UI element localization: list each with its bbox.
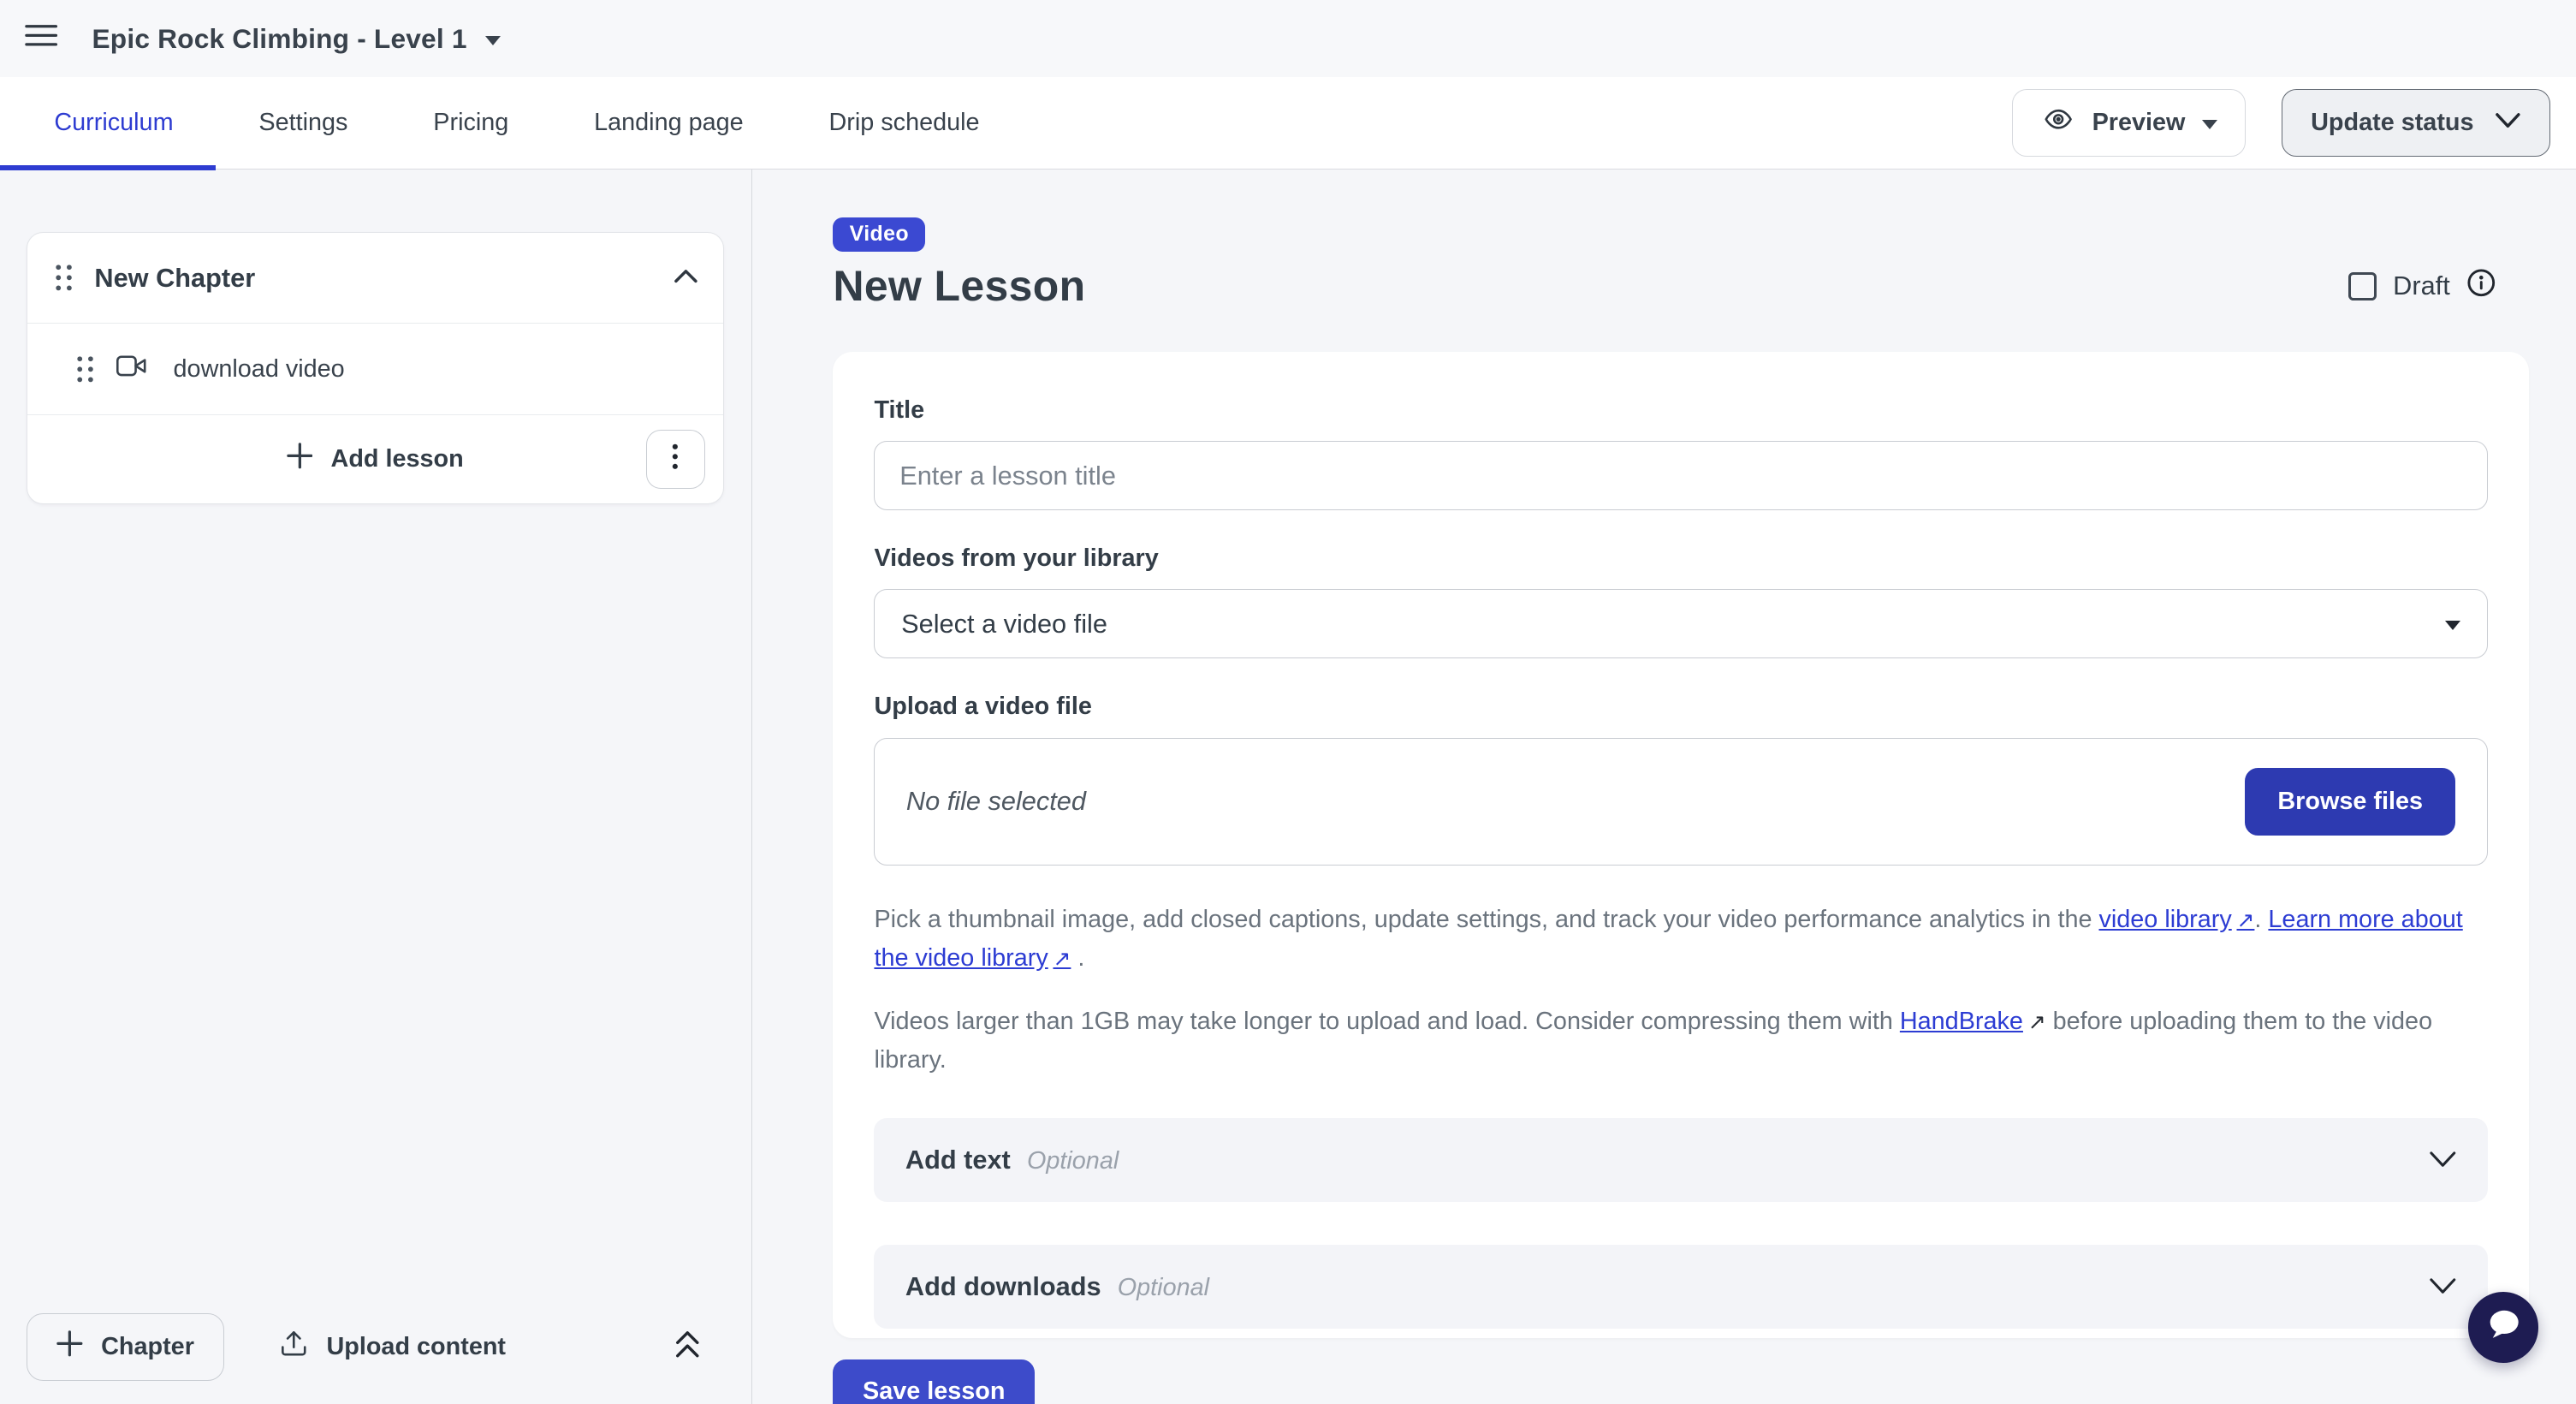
speech-bubble-icon <box>2484 1306 2523 1348</box>
add-text-label: Add text <box>905 1145 1011 1175</box>
top-bar: Epic Rock Climbing - Level 1 <box>0 0 2576 77</box>
title-label: Title <box>874 396 2487 425</box>
update-status-button[interactable]: Update status <box>2282 89 2549 157</box>
header-actions: Preview Update status <box>2012 89 2549 157</box>
chevron-down-icon <box>2495 109 2521 137</box>
external-link-icon: ↗ <box>2028 1003 2046 1041</box>
lesson-list-item[interactable]: download video <box>27 323 723 415</box>
upload-video-group: Upload a video file No file selected Bro… <box>874 693 2487 866</box>
tab-curriculum[interactable]: Curriculum <box>0 77 216 169</box>
file-dropzone[interactable]: No file selected Browse files <box>874 738 2487 866</box>
update-status-label: Update status <box>2311 109 2473 137</box>
external-link-icon: ↗ <box>2236 908 2254 932</box>
add-downloads-section[interactable]: Add downloads Optional <box>874 1245 2487 1329</box>
tab-pricing[interactable]: Pricing <box>390 77 551 169</box>
browse-files-button[interactable]: Browse files <box>2245 768 2455 836</box>
add-chapter-button[interactable]: Chapter <box>27 1313 225 1381</box>
add-downloads-label: Add downloads <box>905 1271 1101 1302</box>
add-lesson-button[interactable]: Add lesson <box>276 441 473 478</box>
lesson-header: Video New Lesson Draft <box>833 217 2528 309</box>
lesson-heading-block: Video New Lesson <box>833 217 1085 309</box>
video-library-link[interactable]: video library↗ <box>2098 906 2254 933</box>
draft-checkbox[interactable] <box>2348 272 2377 300</box>
chevron-down-icon <box>2429 1271 2457 1302</box>
hamburger-icon <box>25 22 57 55</box>
lesson-form-card: Title Videos from your library Select a … <box>833 352 2528 1338</box>
lesson-title: download video <box>174 355 345 384</box>
hamburger-menu-button[interactable] <box>25 22 57 55</box>
help-text: . <box>1071 944 1084 972</box>
chapter-card: New Chapter <box>27 232 724 505</box>
chevron-down-icon <box>2429 1145 2457 1175</box>
external-link-icon: ↗ <box>1053 947 1071 971</box>
video-library-label: Videos from your library <box>874 544 2487 573</box>
course-title: Epic Rock Climbing - Level 1 <box>92 23 467 55</box>
add-chapter-label: Chapter <box>101 1333 194 1361</box>
video-library-help-text: Pick a thumbnail image, add closed capti… <box>874 901 2487 978</box>
chapter-title: New Chapter <box>94 263 674 294</box>
chapter-options-button[interactable] <box>646 430 705 489</box>
preview-label: Preview <box>2092 109 2186 137</box>
add-lesson-label: Add lesson <box>331 445 464 473</box>
tab-bar: Curriculum Settings Pricing Landing page… <box>0 77 2576 170</box>
plus-icon <box>287 443 313 476</box>
lesson-title-input[interactable] <box>874 441 2487 510</box>
chapter-header: New Chapter <box>27 233 723 324</box>
chevrons-up-icon <box>673 1329 703 1365</box>
no-file-text: No file selected <box>906 786 1086 817</box>
chevron-up-icon <box>674 265 698 290</box>
eye-icon <box>2041 104 2075 141</box>
optional-label: Optional <box>1027 1147 1119 1175</box>
tab-drip-schedule[interactable]: Drip schedule <box>786 77 1023 169</box>
save-lesson-button[interactable]: Save lesson <box>833 1359 1035 1403</box>
optional-label: Optional <box>1118 1274 1209 1302</box>
collapse-all-button[interactable] <box>673 1329 703 1365</box>
drag-handle-icon[interactable] <box>76 355 94 384</box>
upload-video-label: Upload a video file <box>874 693 2487 721</box>
tab-landing-page[interactable]: Landing page <box>551 77 786 169</box>
tab-list: Curriculum Settings Pricing Landing page… <box>0 77 1022 169</box>
help-text: Pick a thumbnail image, add closed capti… <box>874 906 2098 933</box>
lesson-type-badge: Video <box>833 217 925 253</box>
tab-settings[interactable]: Settings <box>216 77 390 169</box>
video-file-select[interactable]: Select a video file <box>874 589 2487 658</box>
add-text-section[interactable]: Add text Optional <box>874 1118 2487 1202</box>
sidebar-footer: Chapter Upload content <box>27 1313 703 1381</box>
upload-icon <box>279 1329 309 1365</box>
draft-toggle-group: Draft <box>2348 268 2529 305</box>
plus-icon <box>56 1330 83 1364</box>
handbrake-link[interactable]: HandBrake <box>1900 1008 2023 1035</box>
collapse-chapter-button[interactable] <box>674 265 698 290</box>
page-title: New Lesson <box>833 264 1085 310</box>
video-file-select-value: Select a video file <box>901 609 1107 640</box>
content-area: New Chapter <box>0 170 2576 1404</box>
upload-content-label: Upload content <box>326 1333 506 1361</box>
video-library-group: Videos from your library Select a video … <box>874 544 2487 658</box>
kebab-menu-icon <box>672 443 679 476</box>
lesson-editor: Video New Lesson Draft <box>752 170 2576 1404</box>
caret-down-icon <box>485 36 501 45</box>
preview-button[interactable]: Preview <box>2012 89 2246 157</box>
drag-handle-icon[interactable] <box>55 264 73 292</box>
title-field-group: Title <box>874 396 2487 510</box>
upload-content-button[interactable]: Upload content <box>269 1327 515 1366</box>
video-camera-icon <box>116 354 146 385</box>
add-text-labels: Add text Optional <box>905 1145 1119 1175</box>
info-icon[interactable] <box>2466 268 2496 305</box>
video-size-help-text: Videos larger than 1GB may take longer t… <box>874 1002 2487 1079</box>
course-switcher[interactable]: Epic Rock Climbing - Level 1 <box>82 21 510 57</box>
caret-down-icon <box>2445 621 2460 630</box>
add-downloads-labels: Add downloads Optional <box>905 1271 1209 1302</box>
help-text: Videos larger than 1GB may take longer t… <box>874 1008 1899 1035</box>
draft-label: Draft <box>2393 271 2450 301</box>
caret-down-icon <box>2202 120 2217 129</box>
curriculum-sidebar: New Chapter <box>0 170 752 1404</box>
chat-widget-button[interactable] <box>2468 1292 2539 1363</box>
chapter-footer: Add lesson <box>27 415 723 504</box>
help-text: . <box>2254 906 2268 933</box>
app-window: Epic Rock Climbing - Level 1 Curriculum … <box>0 0 2576 1404</box>
